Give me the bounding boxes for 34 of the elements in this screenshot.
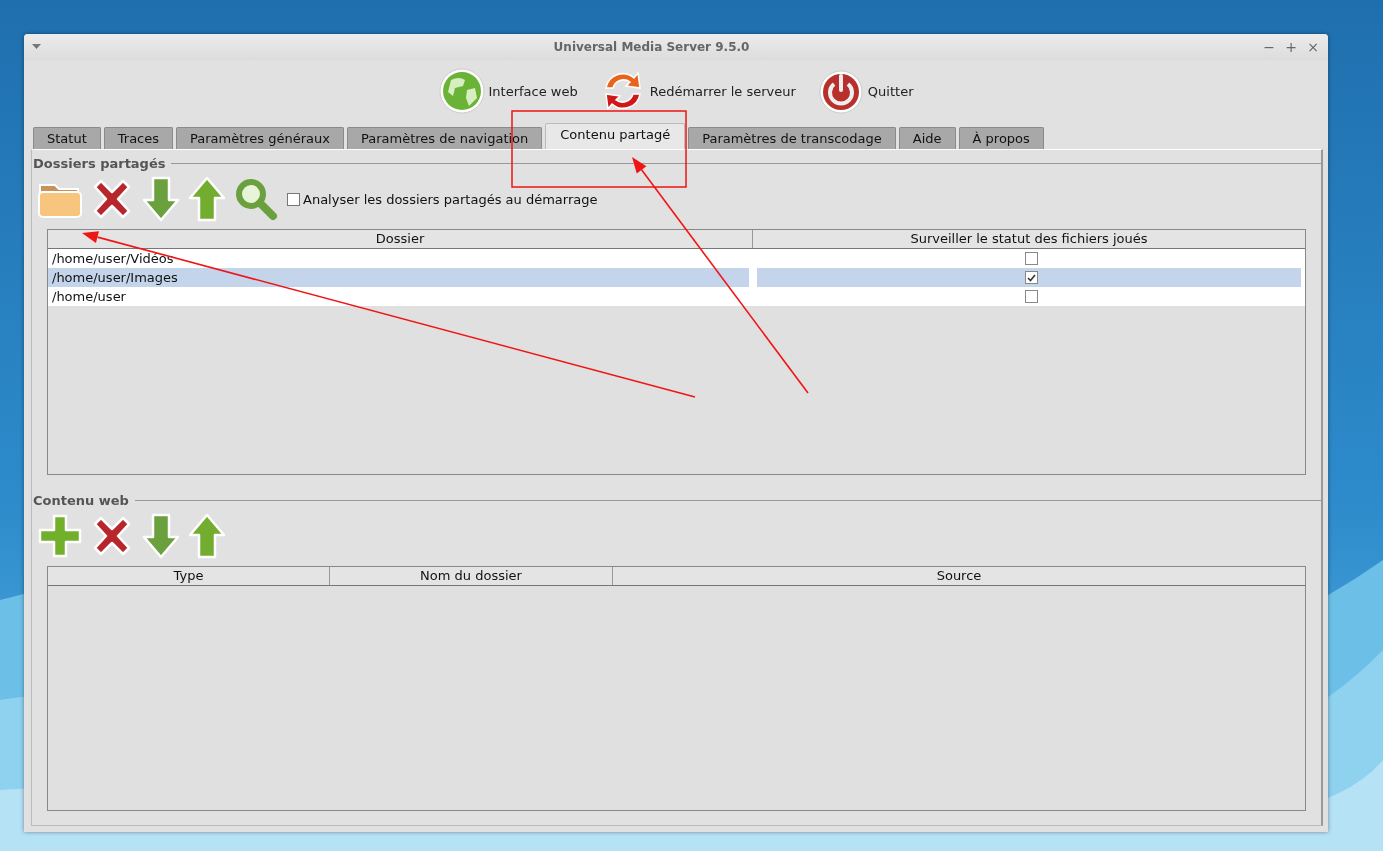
tab[interactable]: Aide (898, 127, 956, 149)
move-down-button[interactable] (141, 513, 181, 559)
checkbox[interactable] (1024, 271, 1038, 284)
checkbox[interactable]: Analyser les dossiers partagés au démarrage (287, 191, 598, 207)
table-cell[interactable]: /home/user/Images (48, 268, 749, 287)
globe-icon (438, 68, 485, 114)
column-header[interactable]: Surveiller le statut des fichiers joués (753, 230, 1305, 248)
tab[interactable]: Paramètres généraux (176, 127, 344, 149)
minimize-button[interactable]: − (1262, 39, 1276, 55)
scan-button[interactable] (233, 176, 279, 222)
menu-caret-icon[interactable] (32, 44, 41, 50)
close-button[interactable]: × (1306, 39, 1320, 55)
move-down-button[interactable] (141, 176, 181, 222)
toolbar-button[interactable]: Interface web (438, 68, 578, 114)
window-title: Universal Media Server 9.5.0 (552, 40, 751, 54)
move-up-button[interactable] (187, 176, 227, 222)
tab[interactable]: Contenu partagé (545, 123, 686, 149)
checkbox[interactable] (1024, 290, 1038, 303)
tab[interactable]: Paramètres de transcodage (688, 127, 896, 149)
section-title: Dossiers partagés (33, 155, 166, 171)
section-title: Contenu web (33, 492, 129, 508)
column-header[interactable]: Source (613, 567, 1305, 585)
tab[interactable]: Statut (33, 127, 101, 149)
column-header[interactable]: Nom du dossier (330, 567, 613, 585)
tab[interactable]: À propos (958, 127, 1044, 149)
tab[interactable]: Traces (103, 127, 173, 149)
column-header[interactable]: Type (48, 567, 330, 585)
add-button[interactable] (37, 513, 83, 559)
move-up-button[interactable] (187, 513, 227, 559)
checkbox[interactable] (1024, 252, 1038, 265)
toolbar-button[interactable]: Quitter (817, 68, 914, 114)
maximize-button[interactable]: + (1284, 39, 1298, 55)
power-icon (817, 68, 864, 114)
toolbar-button[interactable]: Redémarrer le serveur (599, 68, 796, 114)
